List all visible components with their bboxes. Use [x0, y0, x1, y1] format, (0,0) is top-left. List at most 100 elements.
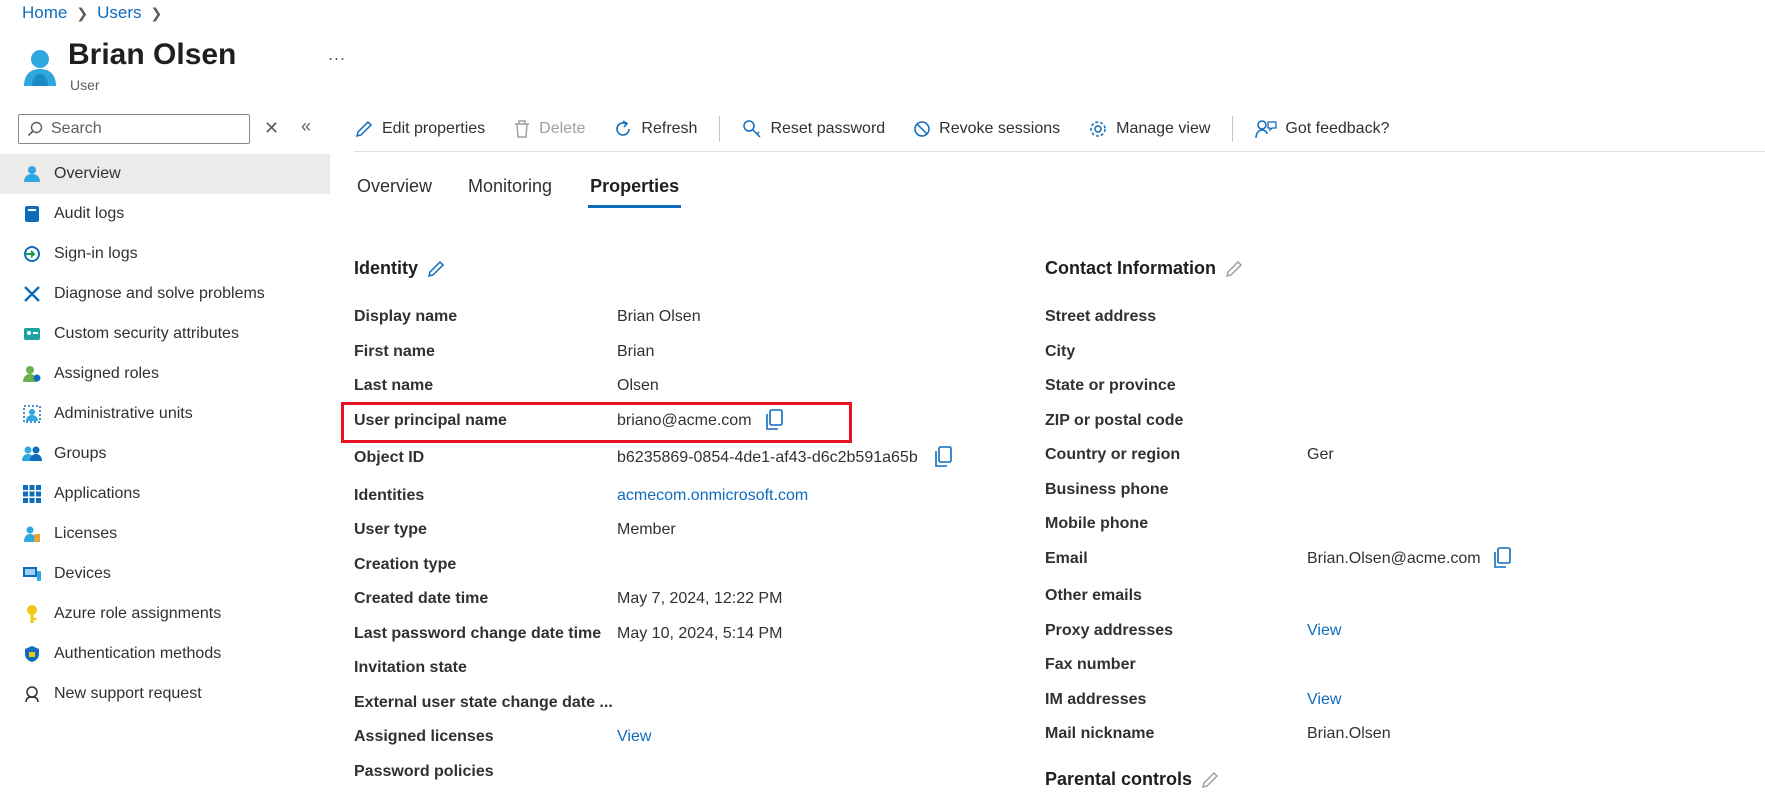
sidebar-item-label: Azure role assignments: [54, 605, 222, 622]
feedback-icon: [1255, 120, 1278, 139]
edit-properties-button[interactable]: Edit properties: [354, 119, 485, 139]
clear-search-icon[interactable]: ✕: [264, 118, 279, 139]
prop-value: May 10, 2024, 5:14 PM: [617, 625, 783, 642]
contact-section-title: Contact Information: [1045, 258, 1244, 279]
prop-label: Assigned licenses: [354, 728, 494, 745]
sidebar-item-licenses[interactable]: Licenses: [0, 514, 330, 554]
sidebar-item-support[interactable]: New support request: [0, 674, 330, 714]
prop-value: Brian.Olsen: [1307, 725, 1391, 742]
prop-label: Other emails: [1045, 587, 1142, 604]
prop-label: Last password change date time: [354, 625, 602, 642]
collapse-sidebar-icon[interactable]: «: [301, 116, 311, 137]
prop-label: Object ID: [354, 449, 425, 466]
licenses-icon: [22, 524, 42, 544]
pencil-icon: [355, 120, 373, 138]
email-value: Brian.Olsen@acme.com: [1307, 550, 1481, 567]
groups-icon: [22, 444, 42, 464]
prop-label: Display name: [354, 308, 458, 325]
prop-value: May 7, 2024, 12:22 PM: [617, 590, 783, 607]
sidebar-item-label: Overview: [54, 165, 121, 182]
identities-link[interactable]: acmecom.onmicrosoft.com: [617, 487, 808, 505]
sidebar-item-label: Licenses: [54, 525, 118, 542]
prop-label: Street address: [1045, 308, 1157, 325]
page-subtitle: User: [70, 77, 100, 93]
sidebar-item-overview[interactable]: Overview: [0, 154, 330, 194]
key-icon: [743, 120, 761, 138]
admin-units-icon: [22, 404, 42, 424]
sidebar-item-label: Audit logs: [54, 205, 125, 222]
prop-label: State or province: [1045, 377, 1176, 394]
sidebar-item-azure-roles[interactable]: Azure role assignments: [0, 594, 330, 634]
prop-label: Mobile phone: [1045, 515, 1149, 532]
parental-title: Parental controls: [1045, 769, 1193, 789]
manage-view-label: Manage view: [1116, 120, 1211, 137]
prop-label: Identities: [354, 487, 425, 504]
sidebar-item-custom-security[interactable]: Custom security attributes: [0, 314, 330, 354]
proxy-addresses-view-link[interactable]: View: [1307, 622, 1341, 640]
delete-button[interactable]: Delete: [513, 119, 585, 139]
prop-value: Brian Olsen: [617, 308, 701, 325]
tab-overview[interactable]: Overview: [357, 176, 432, 208]
sidebar-item-label: Custom security attributes: [54, 325, 239, 342]
refresh-button[interactable]: Refresh: [613, 119, 697, 139]
user-avatar-icon: [24, 50, 56, 86]
prop-label: Email: [1045, 550, 1088, 567]
reset-password-button[interactable]: Reset password: [742, 119, 885, 139]
copy-icon[interactable]: [1492, 547, 1512, 569]
feedback-button[interactable]: Got feedback?: [1255, 119, 1389, 139]
revoke-sessions-label: Revoke sessions: [939, 120, 1061, 137]
im-addresses-view-link[interactable]: View: [1307, 691, 1341, 709]
prop-label: Mail nickname: [1045, 725, 1155, 742]
prop-label: Proxy addresses: [1045, 622, 1174, 639]
sidebar-item-label: Authentication methods: [54, 645, 222, 662]
breadcrumb-home[interactable]: Home: [22, 3, 67, 23]
gear-icon: [1090, 121, 1106, 137]
assigned-licenses-view-link[interactable]: View: [617, 728, 651, 746]
prop-label: City: [1045, 343, 1076, 360]
sidebar-item-label: Diagnose and solve problems: [54, 285, 265, 302]
edit-pencil-icon[interactable]: [1224, 259, 1244, 279]
prop-label: Business phone: [1045, 481, 1169, 498]
block-icon: [914, 121, 930, 137]
manage-view-button[interactable]: Manage view: [1088, 119, 1210, 139]
sidebar-item-applications[interactable]: Applications: [0, 474, 330, 514]
sidebar-item-label: Devices: [54, 565, 111, 582]
tab-properties[interactable]: Properties: [588, 176, 682, 208]
revoke-sessions-button[interactable]: Revoke sessions: [913, 120, 1060, 138]
breadcrumb-users[interactable]: Users: [97, 3, 141, 23]
refresh-label: Refresh: [641, 120, 698, 137]
breadcrumb: Home ❯ Users ❯: [22, 3, 171, 23]
more-options-icon[interactable]: ...: [328, 44, 346, 65]
prop-label: ZIP or postal code: [1045, 412, 1184, 429]
sidebar-item-devices[interactable]: Devices: [0, 554, 330, 594]
edit-pencil-icon[interactable]: [1200, 770, 1220, 790]
identity-title: Identity: [354, 258, 419, 278]
search-input[interactable]: [49, 119, 223, 139]
contact-title: Contact Information: [1045, 258, 1216, 278]
prop-value: Brian: [617, 343, 655, 360]
sidebar-item-label: Applications: [54, 485, 141, 502]
prop-label: Password policies: [354, 763, 494, 780]
sidebar-item-sign-in-logs[interactable]: Sign-in logs: [0, 234, 330, 274]
sidebar-item-label: Sign-in logs: [54, 245, 138, 262]
sidebar-item-groups[interactable]: Groups: [0, 434, 330, 474]
sidebar-item-assigned-roles[interactable]: Assigned roles: [0, 354, 330, 394]
sidebar-item-audit-logs[interactable]: Audit logs: [0, 194, 330, 234]
sidebar-item-auth-methods[interactable]: Authentication methods: [0, 634, 330, 674]
sign-in-icon: [22, 244, 42, 264]
shield-icon: [22, 644, 42, 664]
sidebar-item-diagnose[interactable]: Diagnose and solve problems: [0, 274, 330, 314]
chevron-right-icon: ❯: [76, 4, 89, 21]
chevron-right-icon: ❯: [150, 4, 163, 21]
tab-bar: Overview Monitoring Properties: [357, 176, 717, 208]
copy-icon[interactable]: [933, 446, 953, 468]
wrench-icon: [22, 284, 42, 304]
prop-label: Last name: [354, 377, 434, 394]
edit-properties-label: Edit properties: [382, 120, 486, 137]
prop-label: External user state change date ...: [354, 694, 613, 711]
tab-monitoring[interactable]: Monitoring: [468, 176, 552, 208]
copy-icon[interactable]: [764, 409, 784, 431]
edit-pencil-icon[interactable]: [426, 259, 446, 279]
command-bar: Edit properties Delete Refresh Reset pas…: [354, 112, 1417, 146]
sidebar-item-admin-units[interactable]: Administrative units: [0, 394, 330, 434]
